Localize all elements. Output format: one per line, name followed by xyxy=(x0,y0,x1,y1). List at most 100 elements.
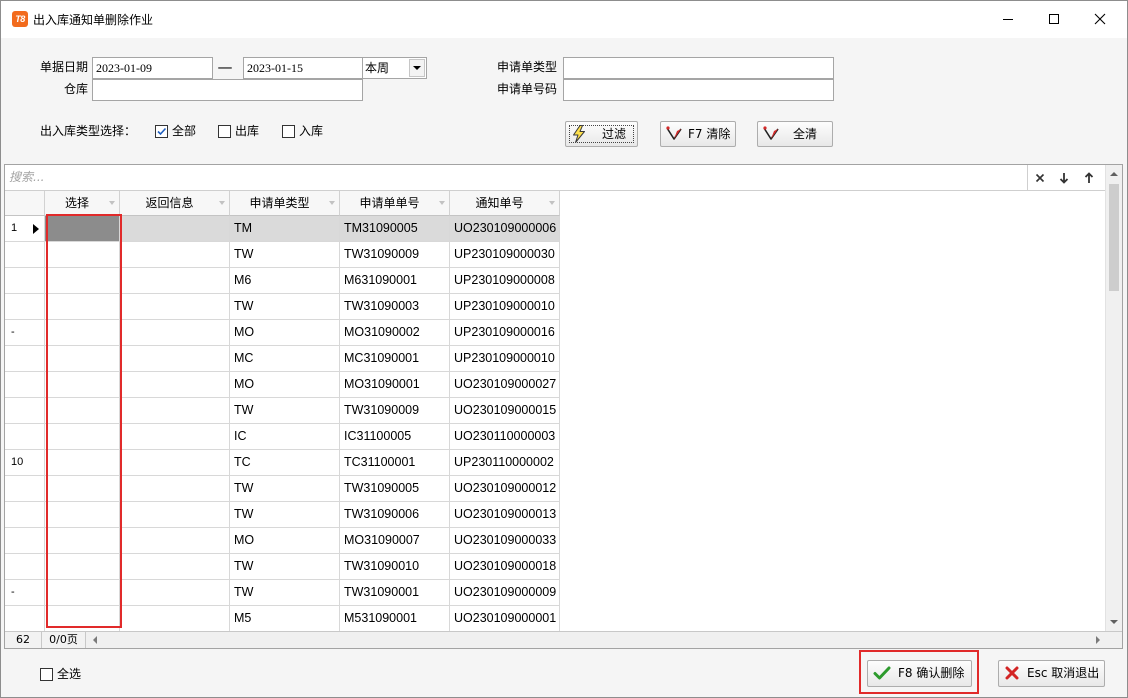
notice-no-cell[interactable]: UP230109000008 xyxy=(450,268,560,294)
select-cell[interactable] xyxy=(45,320,120,346)
filter-button[interactable]: 过滤 xyxy=(565,121,638,147)
request-no-cell[interactable]: MC31090001 xyxy=(340,346,450,372)
close-button[interactable] xyxy=(1077,1,1123,37)
minimize-button[interactable] xyxy=(985,1,1031,37)
header-return-info[interactable]: 返回信息 xyxy=(120,191,230,216)
warehouse-field[interactable] xyxy=(92,79,363,101)
request-type-cell[interactable]: TC xyxy=(230,450,340,476)
request-type-cell[interactable]: TM xyxy=(230,216,340,242)
search-input[interactable] xyxy=(5,165,1027,189)
table-row[interactable]: M5 M531090001 UO230109000001 xyxy=(5,606,1105,631)
find-prev-button[interactable] xyxy=(1078,165,1100,190)
notice-no-cell[interactable]: UO230110000003 xyxy=(450,424,560,450)
notice-no-cell[interactable]: UP230109000016 xyxy=(450,320,560,346)
request-no-cell[interactable]: IC31100005 xyxy=(340,424,450,450)
table-row[interactable]: TW TW31090003 UP230109000010 xyxy=(5,294,1105,320)
select-cell[interactable] xyxy=(45,606,120,631)
io-type-all-label[interactable]: 全部 xyxy=(172,124,196,138)
request-type-field[interactable] xyxy=(563,57,834,79)
return-info-cell[interactable] xyxy=(120,528,230,554)
notice-no-cell[interactable]: UO230109000018 xyxy=(450,554,560,580)
date-from-field[interactable] xyxy=(92,57,213,79)
request-type-cell[interactable]: TW xyxy=(230,554,340,580)
request-type-cell[interactable]: M5 xyxy=(230,606,340,631)
notice-no-cell[interactable]: UO230109000001 xyxy=(450,606,560,631)
return-info-cell[interactable] xyxy=(120,580,230,606)
return-info-cell[interactable] xyxy=(120,554,230,580)
table-row[interactable]: TW TW31090005 UO230109000012 xyxy=(5,476,1105,502)
vertical-scrollbar[interactable] xyxy=(1105,165,1122,631)
request-type-cell[interactable]: MO xyxy=(230,372,340,398)
request-no-cell[interactable]: TW31090009 xyxy=(340,242,450,268)
return-info-cell[interactable] xyxy=(120,346,230,372)
request-no-cell[interactable]: TW31090010 xyxy=(340,554,450,580)
request-no-cell[interactable]: TW31090006 xyxy=(340,502,450,528)
request-no-cell[interactable]: M531090001 xyxy=(340,606,450,631)
notice-no-cell[interactable]: UP230109000030 xyxy=(450,242,560,268)
select-cell[interactable] xyxy=(45,242,120,268)
header-select[interactable]: 选择 xyxy=(45,191,120,216)
request-type-cell[interactable]: TW xyxy=(230,398,340,424)
table-row[interactable]: 10 TC TC31100001 UP230110000002 xyxy=(5,450,1105,476)
table-row[interactable]: MO MO31090001 UO230109000027 xyxy=(5,372,1105,398)
find-next-button[interactable] xyxy=(1053,165,1075,190)
notice-no-cell[interactable]: UP230110000002 xyxy=(450,450,560,476)
return-info-cell[interactable] xyxy=(120,398,230,424)
table-row[interactable]: TW TW31090006 UO230109000013 xyxy=(5,502,1105,528)
table-row[interactable]: 1 TM TM31090005 UO230109000006 xyxy=(5,216,1105,242)
return-info-cell[interactable] xyxy=(120,450,230,476)
select-cell[interactable] xyxy=(45,268,120,294)
notice-no-cell[interactable]: UP230109000010 xyxy=(450,294,560,320)
request-type-cell[interactable]: IC xyxy=(230,424,340,450)
header-request-type[interactable]: 申请单类型 xyxy=(230,191,340,216)
request-no-cell[interactable]: TW31090001 xyxy=(340,580,450,606)
return-info-cell[interactable] xyxy=(120,294,230,320)
notice-no-cell[interactable]: UP230109000010 xyxy=(450,346,560,372)
request-type-cell[interactable]: TW xyxy=(230,502,340,528)
return-info-cell[interactable] xyxy=(120,320,230,346)
select-cell[interactable] xyxy=(45,476,120,502)
return-info-cell[interactable] xyxy=(120,606,230,631)
select-cell[interactable] xyxy=(45,502,120,528)
select-cell[interactable] xyxy=(45,580,120,606)
request-no-cell[interactable]: TW31090003 xyxy=(340,294,450,320)
request-no-cell[interactable]: TW31090009 xyxy=(340,398,450,424)
notice-no-cell[interactable]: UO230109000006 xyxy=(450,216,560,242)
clear-search-button[interactable] xyxy=(1029,165,1051,190)
return-info-cell[interactable] xyxy=(120,268,230,294)
filter-dropdown-icon[interactable] xyxy=(329,201,335,205)
horizontal-scrollbar[interactable] xyxy=(86,632,1105,648)
io-type-in-checkbox[interactable] xyxy=(282,125,295,138)
clear-button[interactable]: F7 清除 xyxy=(660,121,736,147)
return-info-cell[interactable] xyxy=(120,476,230,502)
select-cell[interactable] xyxy=(45,372,120,398)
return-info-cell[interactable] xyxy=(120,216,230,242)
select-cell[interactable] xyxy=(45,424,120,450)
request-type-cell[interactable]: TW xyxy=(230,294,340,320)
request-no-cell[interactable]: TC31100001 xyxy=(340,450,450,476)
select-cell[interactable] xyxy=(45,346,120,372)
request-type-cell[interactable]: TW xyxy=(230,580,340,606)
request-no-cell[interactable]: MO31090001 xyxy=(340,372,450,398)
maximize-button[interactable] xyxy=(1031,1,1077,37)
request-type-cell[interactable]: MO xyxy=(230,320,340,346)
request-type-cell[interactable]: M6 xyxy=(230,268,340,294)
select-cell[interactable] xyxy=(45,216,120,242)
notice-no-cell[interactable]: UO230109000009 xyxy=(450,580,560,606)
notice-no-cell[interactable]: UO230109000012 xyxy=(450,476,560,502)
table-row[interactable]: - TW TW31090001 UO230109000009 xyxy=(5,580,1105,606)
header-notice-no[interactable]: 通知单号 xyxy=(450,191,560,216)
notice-no-cell[interactable]: UO230109000013 xyxy=(450,502,560,528)
request-no-cell[interactable]: M631090001 xyxy=(340,268,450,294)
select-all-label[interactable]: 全选 xyxy=(57,667,81,681)
table-row[interactable]: M6 M631090001 UP230109000008 xyxy=(5,268,1105,294)
io-type-out-label[interactable]: 出库 xyxy=(235,124,259,138)
request-type-cell[interactable]: TW xyxy=(230,242,340,268)
select-cell[interactable] xyxy=(45,398,120,424)
table-row[interactable]: IC IC31100005 UO230110000003 xyxy=(5,424,1105,450)
request-type-cell[interactable]: TW xyxy=(230,476,340,502)
table-row[interactable]: TW TW31090010 UO230109000018 xyxy=(5,554,1105,580)
cancel-exit-button[interactable]: Esc 取消退出 xyxy=(998,660,1105,687)
scrollbar-thumb[interactable] xyxy=(1109,184,1119,291)
select-cell[interactable] xyxy=(45,450,120,476)
